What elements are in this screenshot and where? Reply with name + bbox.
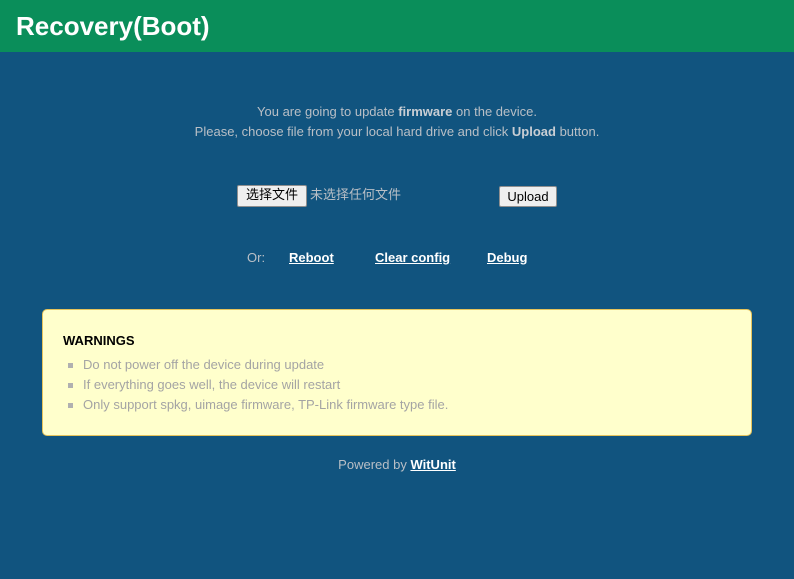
intro-line-1-bold: firmware bbox=[398, 104, 453, 119]
file-status-label: 未选择任何文件 bbox=[310, 188, 402, 203]
warning-item: Do not power off the device during updat… bbox=[63, 355, 448, 375]
brand-link[interactable]: WitUnit bbox=[410, 457, 455, 472]
bullet-icon bbox=[68, 383, 73, 388]
bullet-icon bbox=[68, 363, 73, 368]
reboot-link[interactable]: Reboot bbox=[289, 249, 334, 267]
intro-line-2-pre: Please, choose file from your local hard… bbox=[194, 124, 512, 139]
intro-line-2-bold: Upload bbox=[511, 124, 556, 139]
intro-text: You are going to update firmware on the … bbox=[0, 102, 794, 142]
warning-item-text: Do not power off the device during updat… bbox=[83, 357, 325, 372]
clear-config-link[interactable]: Clear config bbox=[375, 249, 450, 267]
bullet-icon bbox=[68, 403, 73, 408]
warning-item: If everything goes well, the device will… bbox=[63, 375, 448, 395]
warning-item-text: Only support spkg, uimage firmware, TP-L… bbox=[83, 397, 449, 412]
warnings-box: WARNINGS Do not power off the device dur… bbox=[42, 309, 752, 436]
intro-line-1: You are going to update firmware on the … bbox=[0, 102, 794, 122]
debug-link[interactable]: Debug bbox=[487, 249, 527, 267]
intro-line-1-pre: You are going to update bbox=[257, 104, 399, 119]
choose-file-button[interactable]: 选择文件 bbox=[237, 185, 307, 207]
or-label: Or: bbox=[247, 250, 266, 265]
page-title: Recovery(Boot) bbox=[16, 11, 210, 41]
powered-by-label: Powered by bbox=[338, 457, 407, 472]
footer: Powered by WitUnit bbox=[0, 456, 794, 474]
page-header: Recovery(Boot) bbox=[0, 0, 794, 52]
upload-button[interactable]: Upload bbox=[499, 186, 557, 207]
warning-item: Only support spkg, uimage firmware, TP-L… bbox=[63, 395, 448, 415]
intro-line-1-post: on the device. bbox=[452, 104, 537, 119]
warnings-list: Do not power off the device during updat… bbox=[63, 355, 448, 415]
intro-line-2: Please, choose file from your local hard… bbox=[0, 122, 794, 142]
warning-item-text: If everything goes well, the device will… bbox=[83, 377, 341, 392]
warnings-title: WARNINGS bbox=[63, 333, 135, 348]
intro-line-2-post: button. bbox=[555, 124, 600, 139]
